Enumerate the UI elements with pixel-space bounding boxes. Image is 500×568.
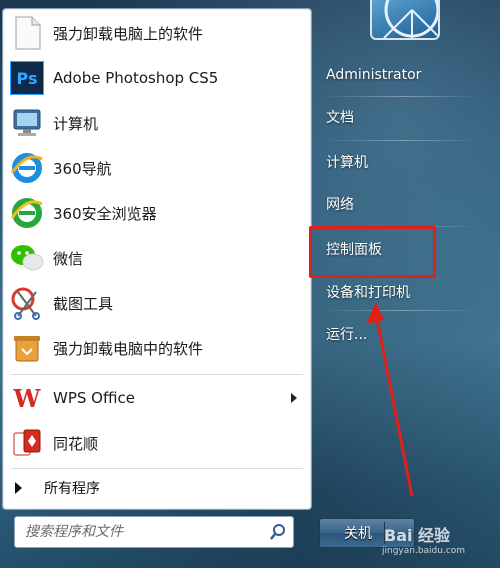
internet-explorer-icon <box>9 150 45 186</box>
search-input[interactable] <box>23 523 267 541</box>
program-label: 微信 <box>53 249 84 268</box>
blank-document-icon <box>9 15 45 51</box>
right-separator <box>322 140 482 141</box>
program-label: 强力卸载电脑中的软件 <box>53 339 204 358</box>
right-separator <box>322 96 482 97</box>
program-item-wps-office[interactable]: W WPS Office <box>7 378 307 418</box>
program-item-tonghuashun[interactable]: 同花顺 <box>7 423 307 463</box>
program-item-uninstaller[interactable]: 强力卸载电脑中的软件 <box>7 328 307 368</box>
program-label: 360导航 <box>53 159 112 178</box>
snipping-tool-icon <box>9 285 45 321</box>
program-label: 计算机 <box>53 114 99 133</box>
right-link-documents[interactable]: 文档 <box>318 102 488 132</box>
menu-separator <box>11 374 303 375</box>
search-box[interactable] <box>14 516 294 548</box>
program-label: 截图工具 <box>53 294 114 313</box>
shutdown-label: 关机 <box>344 526 372 542</box>
menu-separator <box>11 468 303 469</box>
program-item-photoshop[interactable]: Ps Adobe Photoshop CS5 <box>7 58 307 98</box>
right-link-label: 文档 <box>326 110 354 126</box>
program-item-wechat[interactable]: 微信 <box>7 238 307 278</box>
photoshop-icon: Ps <box>9 60 45 96</box>
program-item-360-nav[interactable]: 360导航 <box>7 148 307 188</box>
baidu-watermark: Bai 经验 jingyan.baidu.com <box>380 512 498 560</box>
right-link-user-folder[interactable]: Administrator <box>318 60 488 90</box>
tonghuashun-icon <box>9 425 45 461</box>
right-link-label: 网络 <box>326 197 354 213</box>
computer-icon <box>9 105 45 141</box>
program-label: 强力卸载电脑上的软件 <box>53 24 204 43</box>
all-programs-label: 所有程序 <box>44 481 100 497</box>
uninstaller-icon <box>9 330 45 366</box>
red-arrow-annotation-icon <box>366 302 414 497</box>
browser-icon <box>9 195 45 231</box>
wechat-icon <box>9 240 45 276</box>
submenu-arrow-icon[interactable] <box>291 393 297 403</box>
program-item-uninstaller-desktop[interactable]: 强力卸载电脑上的软件 <box>7 13 307 53</box>
program-item-360-browser[interactable]: 360安全浏览器 <box>7 193 307 233</box>
program-item-snipping-tool[interactable]: 截图工具 <box>7 283 307 323</box>
search-icon[interactable] <box>269 523 287 545</box>
right-link-label: 计算机 <box>326 155 368 171</box>
right-link-label: Administrator <box>326 67 422 83</box>
watermark-logo-text: Bai 经验 <box>384 526 451 545</box>
program-item-computer[interactable]: 计算机 <box>7 103 307 143</box>
highlight-annotation-box <box>309 226 436 278</box>
user-avatar-icon <box>383 0 438 38</box>
program-label: 同花顺 <box>53 434 99 453</box>
wps-icon: W <box>9 380 45 416</box>
right-link-network[interactable]: 网络 <box>318 189 488 219</box>
program-label: WPS Office <box>53 389 135 407</box>
right-link-label: 设备和打印机 <box>326 285 410 301</box>
user-picture[interactable] <box>370 0 440 40</box>
arrow-right-icon <box>15 482 22 494</box>
all-programs-button[interactable]: 所有程序 <box>9 475 305 501</box>
watermark-url: jingyan.baidu.com <box>382 546 466 556</box>
programs-panel: 强力卸载电脑上的软件 Ps Adobe Photoshop CS5 计算机 36… <box>2 8 312 510</box>
right-link-computer[interactable]: 计算机 <box>318 147 488 177</box>
program-label: 360安全浏览器 <box>53 204 157 223</box>
program-label: Adobe Photoshop CS5 <box>53 69 219 87</box>
